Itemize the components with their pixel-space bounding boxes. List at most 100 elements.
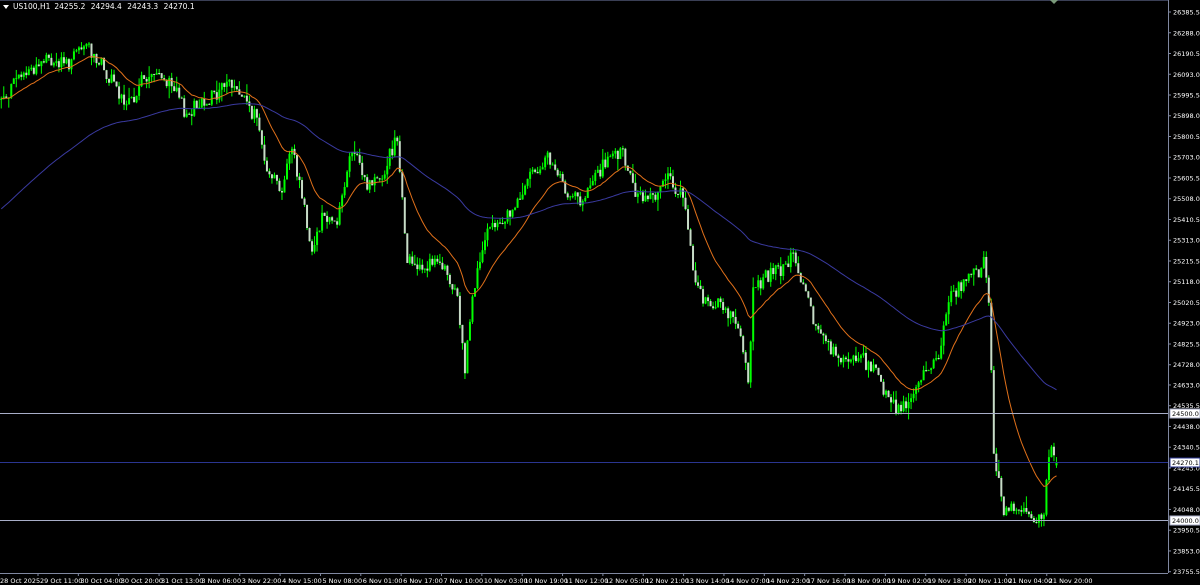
candle-bull xyxy=(524,185,527,195)
candle-bear xyxy=(707,297,710,302)
candle-bull xyxy=(774,265,777,275)
candle-bear xyxy=(556,169,559,176)
candle-bull xyxy=(225,81,228,87)
candle-bear xyxy=(747,362,750,383)
candle-bull xyxy=(383,174,386,179)
ma-slow-line xyxy=(0,103,1057,391)
time-tick-label: 12 Nov 05:00 xyxy=(605,577,649,585)
candle-bear xyxy=(235,86,238,90)
candle-bear xyxy=(1040,514,1043,519)
candle-bull xyxy=(614,150,617,154)
horizontal-levels-layer[interactable] xyxy=(0,413,1168,521)
candle-bull xyxy=(511,209,514,217)
candle-bear xyxy=(311,241,314,252)
candle-bear xyxy=(1025,508,1028,512)
candle-bull xyxy=(915,387,918,394)
candle-bull xyxy=(210,90,213,105)
candle-bear xyxy=(250,105,253,119)
candle-bull xyxy=(619,148,622,160)
candle-bear xyxy=(431,258,434,265)
candle-bear xyxy=(671,176,674,188)
level-price-label: 24270.1 xyxy=(1172,459,1199,467)
candle-bull xyxy=(504,221,507,224)
candle-bear xyxy=(684,197,687,210)
candle-bull xyxy=(155,72,158,75)
candle-bear xyxy=(260,130,263,145)
candle-bear xyxy=(534,169,537,172)
candle-bull xyxy=(243,95,246,97)
candle-bear xyxy=(621,148,624,150)
candle-bear xyxy=(519,198,522,200)
candle-bear xyxy=(20,74,23,77)
candle-bear xyxy=(877,367,880,375)
candle-bull xyxy=(72,51,75,60)
candle-bull xyxy=(368,180,371,190)
candle-bear xyxy=(451,284,454,290)
candle-bull xyxy=(912,393,915,399)
candle-bear xyxy=(336,221,339,225)
candle-bear xyxy=(779,266,782,276)
candle-bear xyxy=(95,53,98,64)
candle-bear xyxy=(975,268,978,270)
candle-bear xyxy=(814,324,817,326)
candle-bull xyxy=(867,361,870,370)
price-tick-label: 23950.5 xyxy=(1173,527,1200,535)
candle-bear xyxy=(561,174,564,182)
candle-bear xyxy=(1017,509,1020,511)
candle-bull xyxy=(636,193,639,197)
candle-bear xyxy=(303,198,306,205)
candle-bear xyxy=(165,80,168,87)
candle-bear xyxy=(847,359,850,362)
candle-bull xyxy=(1015,509,1018,511)
candle-bull xyxy=(75,50,78,52)
candle-bear xyxy=(57,61,60,68)
candle-bear xyxy=(727,308,730,319)
candle-bull xyxy=(205,103,208,106)
time-tick-label: 29 Oct 11:00 xyxy=(40,577,82,585)
price-chart[interactable]: 26385.5 26288.0 26190.5 26093.0 25995.5 25898… xyxy=(0,0,1200,585)
candle-bear xyxy=(734,316,737,324)
candle-bear xyxy=(937,358,940,360)
time-tick-label: 20 Nov 11:00 xyxy=(968,577,1012,585)
candle-bull xyxy=(288,153,291,164)
price-tick-label: 25703.0 xyxy=(1173,154,1200,162)
candle-bull xyxy=(393,137,396,156)
candle-bear xyxy=(458,295,461,325)
candle-bear xyxy=(767,270,770,282)
candle-bear xyxy=(308,228,311,242)
candle-bull xyxy=(150,73,153,77)
chart-shift-marker-icon[interactable] xyxy=(1050,0,1058,4)
candle-bear xyxy=(90,43,93,58)
candle-bear xyxy=(509,210,512,217)
candle-bear xyxy=(616,150,619,160)
high-value: 24294.4 xyxy=(90,2,122,11)
dropdown-triangle-icon[interactable] xyxy=(3,4,9,9)
candle-bull xyxy=(433,258,436,265)
candle-bull xyxy=(857,358,860,362)
time-tick-label: 7 Nov 10:00 xyxy=(444,577,484,585)
price-tick-label: 25995.5 xyxy=(1173,91,1200,99)
candle-bear xyxy=(494,223,497,228)
candle-bull xyxy=(789,252,792,268)
candle-bull xyxy=(952,290,955,292)
price-tick-label: 23853.0 xyxy=(1173,547,1200,555)
candle-bull xyxy=(892,399,895,403)
candle-bear xyxy=(255,109,258,118)
candle-bear xyxy=(361,162,364,176)
time-tick-label: 21 Nov 20:00 xyxy=(1049,577,1093,585)
time-tick-label: 12 Nov 21:00 xyxy=(645,577,689,585)
price-axis: 26385.5 26288.0 26190.5 26093.0 25995.5 25898… xyxy=(0,0,1200,576)
candle-bear xyxy=(188,113,191,115)
candle-bull xyxy=(559,174,562,176)
candle-bear xyxy=(190,114,193,116)
price-tick-label: 24145.5 xyxy=(1173,485,1200,493)
candle-bull xyxy=(82,46,85,50)
candle-bull xyxy=(586,188,589,198)
candle-bull xyxy=(544,157,547,168)
candle-bull xyxy=(967,273,970,281)
time-tick-label: 13 Nov 14:00 xyxy=(686,577,730,585)
candle-bear xyxy=(834,346,837,356)
candle-bear xyxy=(1020,510,1023,512)
candle-bear xyxy=(692,245,695,271)
candle-bull xyxy=(729,311,732,319)
